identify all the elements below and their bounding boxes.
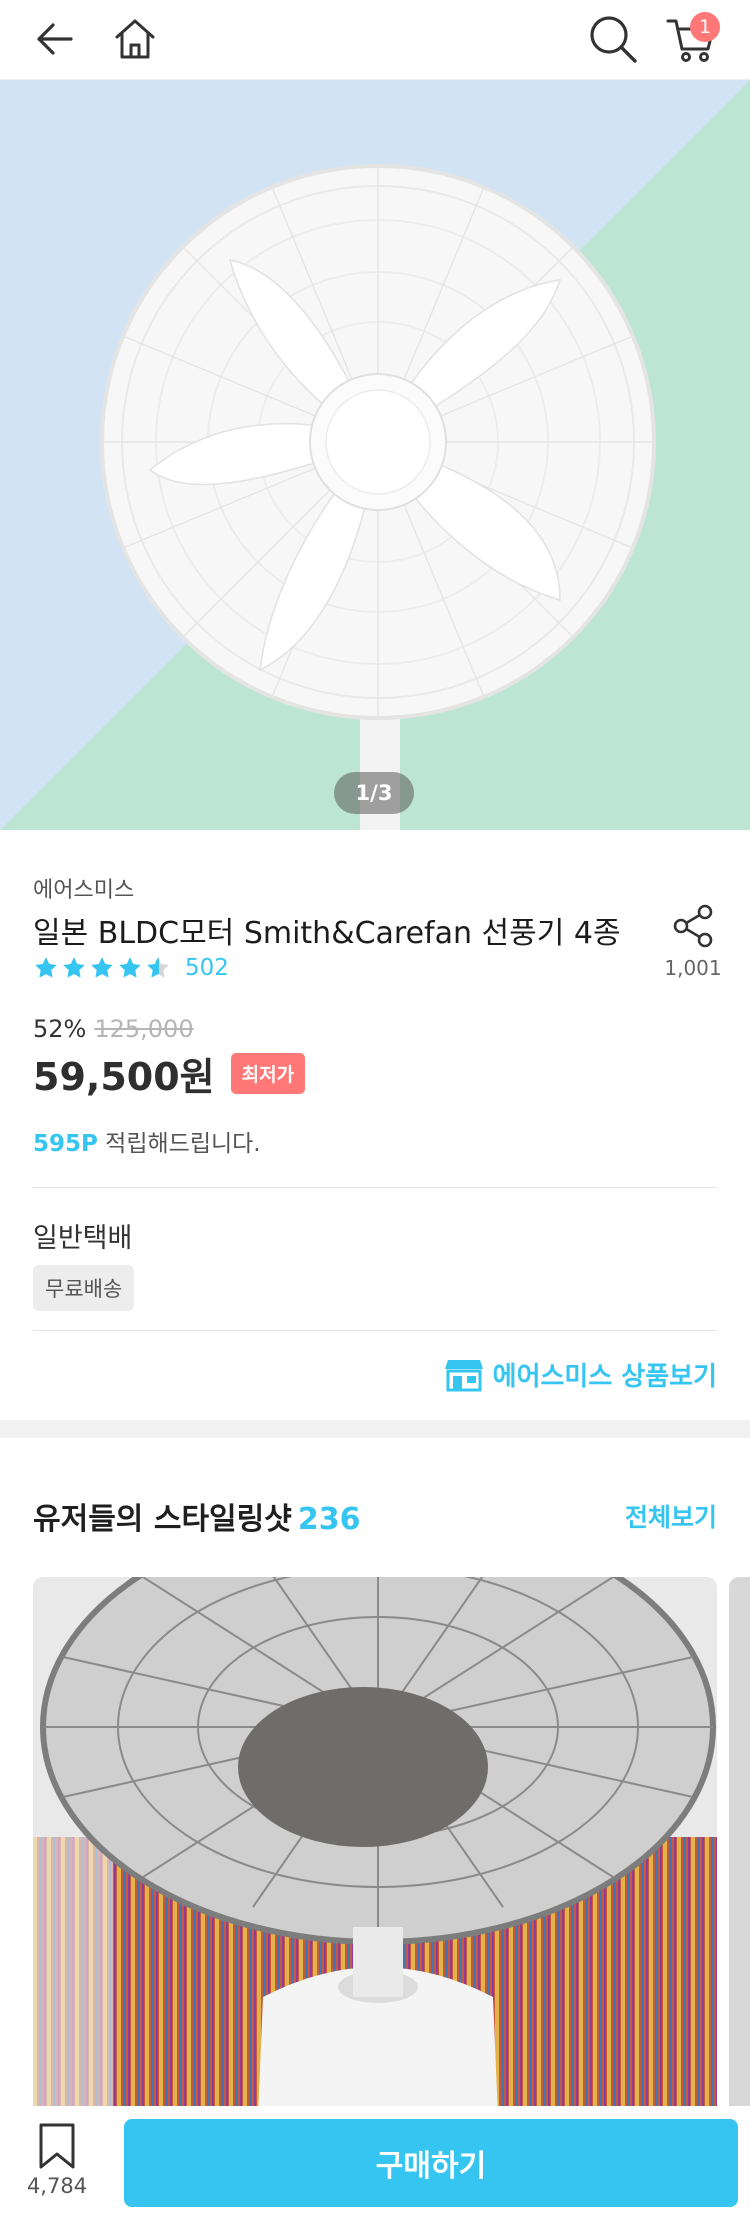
original-price: 125,000 bbox=[94, 1015, 194, 1043]
discount-row: 52% 125,000 bbox=[33, 1015, 194, 1043]
star-icon bbox=[63, 957, 85, 978]
see-all-link[interactable]: 전체보기 bbox=[625, 1498, 717, 1534]
styling-section-title: 유저들의 스타일링샷 236 bbox=[33, 1494, 360, 1538]
points-value: 595P bbox=[33, 1131, 98, 1157]
bottom-action-bar: 4,784 구매하기 bbox=[0, 2106, 750, 2216]
brand-name[interactable]: 에어스미스 bbox=[33, 872, 134, 904]
store-icon bbox=[444, 1359, 483, 1391]
store-products-link[interactable]: 에어스미스 상품보기 bbox=[444, 1356, 717, 1393]
star-rating bbox=[33, 955, 171, 981]
product-image-carousel[interactable] bbox=[0, 80, 750, 830]
rating-row[interactable]: 502 bbox=[33, 955, 229, 981]
bookmark-icon bbox=[39, 2123, 75, 2169]
fan-product-image bbox=[0, 80, 750, 830]
search-icon bbox=[590, 16, 637, 63]
search-button[interactable] bbox=[582, 8, 644, 70]
section-separator bbox=[0, 1420, 750, 1438]
styling-title: 유저들의 스타일링샷 bbox=[33, 1502, 292, 1537]
discount-percent: 52% bbox=[33, 1015, 87, 1043]
top-bar: 1 bbox=[0, 0, 750, 80]
share-count: 1,001 bbox=[664, 956, 722, 980]
points-info: 595P 적립해드립니다. bbox=[33, 1124, 261, 1158]
home-icon bbox=[115, 19, 155, 59]
free-shipping-tag: 무료배송 bbox=[33, 1265, 135, 1311]
arrow-left-icon bbox=[37, 23, 73, 55]
product-title: 일본 BLDC모터 Smith&Carefan 선풍기 4종 bbox=[33, 916, 621, 951]
buy-button[interactable]: 구매하기 bbox=[124, 2119, 738, 2207]
review-count: 502 bbox=[185, 955, 229, 981]
share-icon bbox=[673, 904, 713, 948]
divider bbox=[33, 1330, 717, 1331]
star-icon bbox=[35, 957, 57, 978]
points-text: 적립해드립니다. bbox=[97, 1131, 261, 1157]
cart-button[interactable]: 1 bbox=[660, 8, 722, 70]
star-half-icon bbox=[147, 957, 169, 978]
star-icon bbox=[91, 957, 113, 978]
back-button[interactable] bbox=[24, 8, 86, 70]
bookmark-count: 4,784 bbox=[26, 2174, 88, 2198]
share-button[interactable]: 1,001 bbox=[662, 902, 724, 980]
shipping-label: 일반택배 bbox=[33, 1223, 133, 1254]
bookmark-button[interactable]: 4,784 bbox=[22, 2122, 92, 2198]
lowest-price-badge: 최저가 bbox=[230, 1053, 306, 1094]
star-icon bbox=[119, 957, 141, 978]
image-pager: 1/3 bbox=[334, 772, 414, 814]
home-button[interactable] bbox=[104, 8, 166, 70]
divider bbox=[33, 1187, 717, 1188]
sale-price: 59,500원 bbox=[33, 1055, 215, 1099]
styling-count: 236 bbox=[297, 1502, 361, 1537]
cart-count-badge: 1 bbox=[690, 12, 720, 42]
store-link-label: 에어스미스 상품보기 bbox=[492, 1362, 717, 1392]
price-row: 59,500원 최저가 bbox=[33, 1046, 306, 1101]
